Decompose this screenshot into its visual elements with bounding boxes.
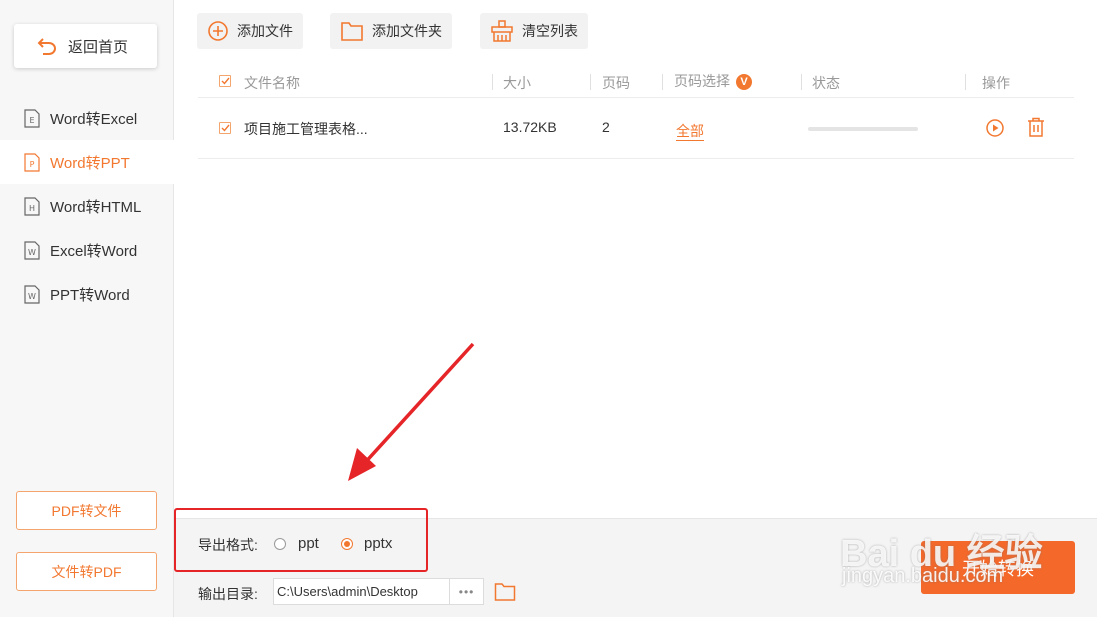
pdf-to-file-button[interactable]: PDF转文件	[16, 491, 157, 530]
sidebar-item-word-to-html[interactable]: H Word转HTML	[0, 184, 174, 228]
select-all-checkbox[interactable]	[219, 75, 231, 87]
output-path-field[interactable]: C:\Users\admin\Desktop •••	[273, 578, 484, 605]
browse-button[interactable]: •••	[449, 579, 483, 604]
file-to-pdf-button[interactable]: 文件转PDF	[16, 552, 157, 591]
page-select-link[interactable]: 全部	[676, 121, 704, 141]
add-circle-icon	[208, 21, 228, 41]
output-path-value: C:\Users\admin\Desktop	[277, 584, 418, 599]
sidebar-item-label: Excel转Word	[50, 242, 138, 260]
col-actions: 操作	[982, 75, 1010, 91]
add-file-label: 添加文件	[237, 23, 293, 39]
clear-list-button[interactable]: 清空列表	[480, 13, 588, 49]
word-doc-icon: W	[24, 240, 40, 260]
sidebar-item-label: Word转PPT	[50, 154, 130, 172]
svg-text:E: E	[29, 116, 34, 125]
open-folder-icon[interactable]	[494, 582, 516, 605]
excel-doc-icon: E	[24, 108, 40, 128]
col-size: 大小	[503, 75, 531, 91]
home-button[interactable]: 返回首页	[14, 24, 157, 68]
col-page-select: 页码选择 V	[674, 71, 752, 91]
file-pages: 2	[602, 119, 610, 135]
svg-text:P: P	[30, 160, 35, 169]
ppt-doc-icon: P	[24, 152, 40, 172]
svg-text:W: W	[28, 248, 36, 257]
sidebar-item-label: Word转Excel	[50, 110, 138, 128]
col-name: 文件名称	[244, 75, 300, 91]
svg-text:H: H	[29, 204, 35, 213]
add-folder-label: 添加文件夹	[372, 23, 442, 39]
add-folder-button[interactable]: 添加文件夹	[330, 13, 452, 49]
output-dir-label: 输出目录:	[198, 586, 258, 602]
col-pages: 页码	[602, 75, 630, 91]
start-convert-button[interactable]: 开始转换	[921, 541, 1075, 594]
annotation-arrow-icon	[348, 342, 475, 481]
sidebar-item-ppt-to-word[interactable]: W PPT转Word	[0, 272, 174, 316]
row-checkbox[interactable]	[219, 122, 231, 134]
play-icon[interactable]	[985, 118, 1005, 141]
html-doc-icon: H	[24, 196, 40, 216]
sidebar-item-word-to-ppt[interactable]: P Word转PPT	[0, 140, 174, 184]
broom-icon	[491, 20, 513, 42]
back-arrow-icon	[36, 35, 58, 57]
add-file-button[interactable]: 添加文件	[197, 13, 303, 49]
sidebar: 返回首页 E Word转Excel P Word转PPT H Word转HTML…	[0, 0, 174, 617]
sidebar-item-excel-to-word[interactable]: W Excel转Word	[0, 228, 174, 272]
folder-icon	[341, 22, 363, 41]
file-table-header: 文件名称 大小 页码 页码选择 V 状态 操作	[198, 66, 1074, 98]
svg-text:W: W	[28, 292, 36, 301]
home-button-label: 返回首页	[68, 38, 129, 56]
file-size: 13.72KB	[503, 119, 557, 135]
trash-icon[interactable]	[1027, 117, 1045, 140]
col-page-select-label: 页码选择	[674, 73, 730, 89]
sidebar-item-word-to-excel[interactable]: E Word转Excel	[0, 96, 174, 140]
col-status: 状态	[812, 75, 840, 91]
vip-badge-icon: V	[736, 74, 752, 91]
clear-list-label: 清空列表	[522, 23, 578, 39]
word-doc-icon: W	[24, 284, 40, 304]
sidebar-nav: E Word转Excel P Word转PPT H Word转HTML W Ex…	[0, 96, 174, 316]
annotation-highlight-box	[174, 508, 428, 572]
file-name: 项目施工管理表格...	[244, 121, 368, 137]
progress-bar	[808, 127, 918, 131]
sidebar-item-label: PPT转Word	[50, 286, 130, 304]
table-row: 项目施工管理表格... 13.72KB 2 全部	[198, 98, 1074, 159]
sidebar-item-label: Word转HTML	[50, 198, 142, 216]
